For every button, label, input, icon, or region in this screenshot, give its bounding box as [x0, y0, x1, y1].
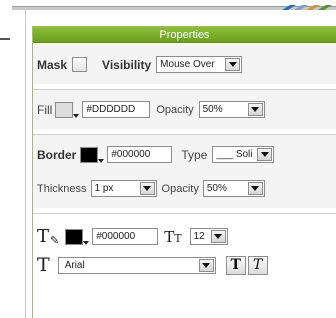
border-section: Border #000000 Type ___ Soli Thickness 1… [33, 134, 336, 208]
border-opacity-value: 50% [206, 183, 227, 194]
thickness-label: Thickness [37, 182, 87, 195]
decorative-stripe [282, 5, 332, 10]
border-color-picker[interactable] [80, 146, 105, 163]
mask-label: Mask [37, 57, 68, 72]
chevron-down-icon[interactable] [139, 182, 155, 195]
fill-opacity-label: Opacity [156, 103, 194, 116]
font-color-icon: T ✎ [37, 226, 60, 247]
text-section: T ✎ #000000 TT 12 T Arial T T [33, 213, 336, 318]
visibility-label: Visibility [102, 57, 152, 72]
visibility-value: Mouse Over [160, 59, 215, 70]
fill-label: Fill [37, 102, 53, 117]
italic-button[interactable]: T [247, 255, 268, 275]
border-opacity-select[interactable]: 50% [202, 180, 265, 197]
fill-hex-input[interactable]: #DDDDDD [82, 101, 151, 118]
font-family-icon: T [37, 254, 50, 276]
font-family-select[interactable]: Arial [57, 256, 216, 274]
border-type-select[interactable]: ___ Soli [212, 146, 275, 163]
font-size-select[interactable]: 12 [189, 228, 228, 245]
mask-checkbox[interactable] [72, 57, 88, 72]
mask-section: Mask Visibility Mouse Over [33, 44, 336, 84]
panel-title: Properties [33, 27, 336, 43]
chevron-down-icon[interactable] [247, 182, 263, 195]
dropdown-arrow-icon [83, 240, 90, 245]
chevron-down-icon[interactable] [225, 58, 241, 71]
border-opacity-label: Opacity [161, 182, 199, 195]
chevron-down-icon[interactable] [257, 148, 273, 161]
fill-section: Fill #DDDDDD Opacity 50% [33, 89, 336, 129]
dropdown-arrow-icon [73, 113, 80, 118]
properties-panel: Properties Mask Visibility Mouse Over Fi… [32, 26, 336, 318]
font-size-value: 12 [193, 231, 205, 242]
text-color-swatch [65, 228, 84, 245]
frame-marker [0, 38, 10, 40]
chevron-down-icon[interactable] [198, 258, 214, 272]
fill-opacity-value: 50% [202, 104, 223, 115]
thickness-value: 1 px [94, 183, 114, 194]
left-frame [0, 10, 26, 318]
border-type-label: Type [181, 147, 208, 162]
dropdown-arrow-icon [98, 158, 105, 163]
text-hex-input[interactable]: #000000 [92, 228, 159, 245]
visibility-select[interactable]: Mouse Over [156, 56, 243, 73]
text-color-picker[interactable] [65, 228, 90, 245]
border-color-swatch [80, 146, 99, 163]
thickness-select[interactable]: 1 px [90, 180, 157, 197]
chevron-down-icon[interactable] [210, 230, 226, 243]
top-strip [0, 0, 336, 10]
bold-button[interactable]: T [225, 255, 246, 275]
brush-icon: ✎ [50, 234, 60, 247]
font-family-value: Arial [64, 259, 85, 271]
fill-color-picker[interactable] [55, 101, 80, 118]
border-label: Border [37, 147, 77, 162]
font-size-icon: TT [164, 227, 182, 246]
border-type-value: ___ Soli [216, 149, 253, 160]
chevron-down-icon[interactable] [247, 103, 263, 116]
fill-color-swatch [55, 101, 74, 118]
border-hex-input[interactable]: #000000 [107, 146, 173, 163]
fill-opacity-select[interactable]: 50% [198, 101, 265, 118]
